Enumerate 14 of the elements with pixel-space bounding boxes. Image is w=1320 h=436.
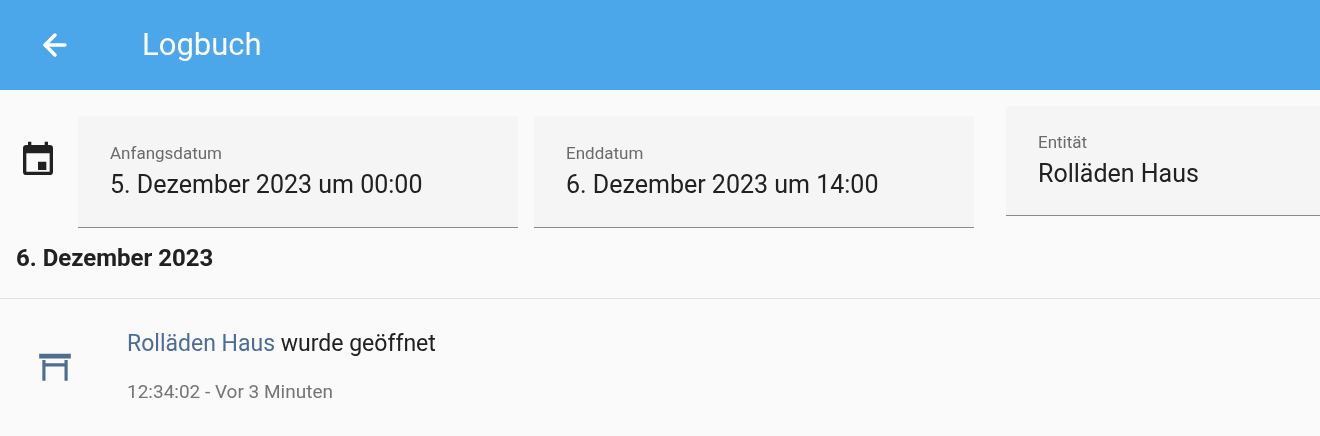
field-label: Entität <box>1038 132 1089 154</box>
field-label: Anfangsdatum <box>110 143 224 165</box>
field-label: Enddatum <box>566 143 645 165</box>
entity-link[interactable]: Rolläden Haus <box>127 330 276 357</box>
field-value: Rolläden Haus <box>1038 157 1200 189</box>
date-field[interactable]: Enddatum 6. Dezember 2023 um 14:00 <box>534 116 974 228</box>
entry-time: 12:34:02 - Vor 3 Minuten <box>127 378 334 405</box>
day-heading: 6. Dezember 2023 <box>16 244 214 272</box>
date-field[interactable]: Anfangsdatum 5. Dezember 2023 um 00:00 <box>78 116 518 228</box>
entry-message: Rolläden Haus wurde geöffnet <box>127 329 436 359</box>
entity-field[interactable]: Entität Rolläden Haus <box>1006 106 1320 216</box>
page-title: Logbuch <box>142 24 262 65</box>
field-value: 5. Dezember 2023 um 00:00 <box>110 168 424 200</box>
field-value: 6. Dezember 2023 um 14:00 <box>566 168 880 200</box>
